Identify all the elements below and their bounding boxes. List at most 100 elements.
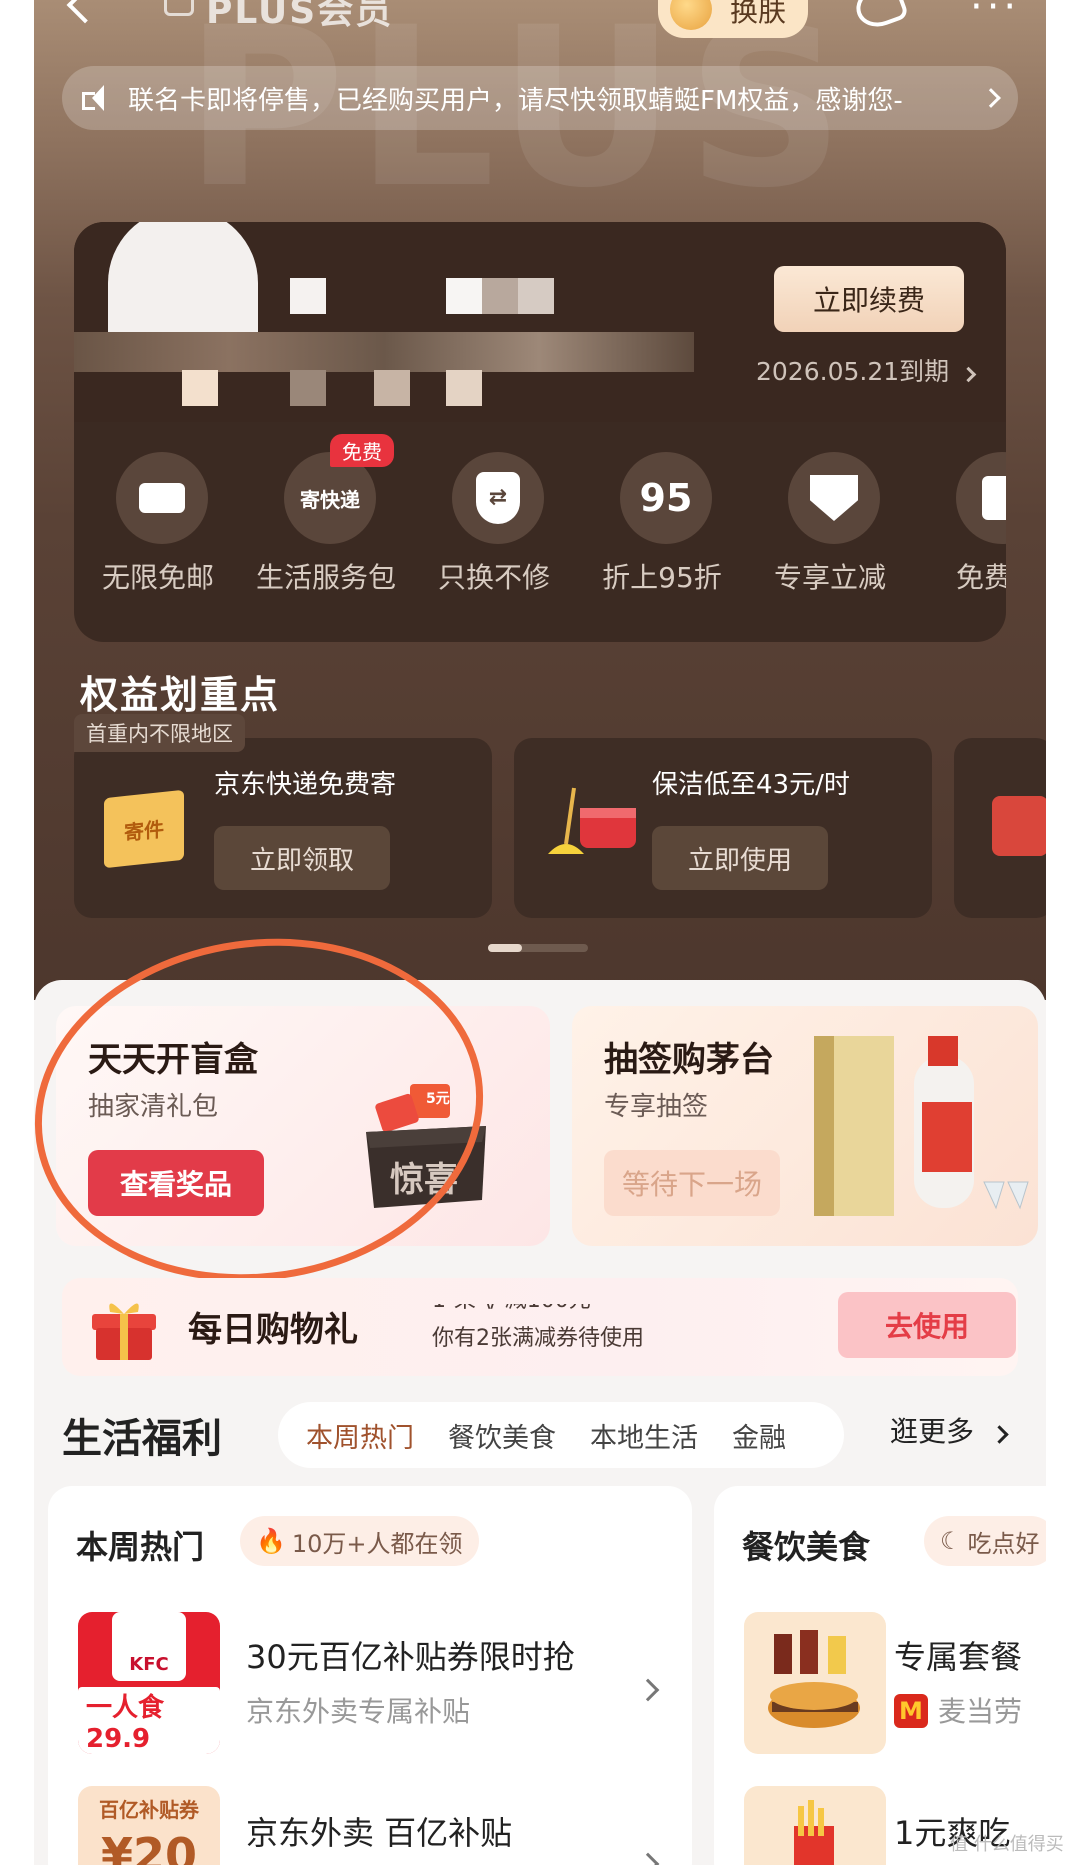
voucher-label: 百亿补贴券 (99, 1798, 199, 1822)
lightning-down-icon (788, 452, 880, 544)
life-benefits-title: 生活福利 (62, 1416, 222, 1462)
mosaic-block (182, 370, 218, 406)
left-gutter (0, 0, 34, 1865)
benefit-free-shipping[interactable]: 无限免邮 (74, 444, 242, 614)
chevron-right-icon[interactable] (636, 1852, 660, 1865)
voucher-value: ¥20 (100, 1828, 198, 1865)
fire-icon: 🔥 (256, 1527, 286, 1555)
shield-swap-icon: ⇄ (452, 452, 544, 544)
notice-bar[interactable]: 联名卡即将停售，已经购买用户，请尽快领取蜻蜓FM权益，感谢您- (62, 66, 1018, 130)
item-subtitle: 京东外卖专属补贴 (246, 1695, 471, 1728)
benefit-label: 专享立减 (773, 561, 886, 594)
mop-bucket-icon (548, 787, 636, 854)
renew-button[interactable]: 立即续费 (774, 266, 964, 332)
tab-local-life[interactable]: 本地生活 (590, 1416, 698, 1455)
blind-box-card[interactable]: 天天开盲盒 抽家清礼包 查看奖品 惊喜 5元 (56, 1006, 550, 1246)
voucher-thumbnail: 百亿补贴券 ¥20 (78, 1786, 220, 1865)
view-prizes-button[interactable]: 查看奖品 (88, 1150, 264, 1216)
promo-title: 天天开盲盒 (88, 1040, 258, 1080)
mosaic-block (446, 370, 482, 406)
focus-card-cleaning[interactable]: 保洁低至43元/时 立即使用 (514, 738, 932, 918)
change-skin-button[interactable]: 换肤 (658, 0, 808, 38)
benefit-label: 只换不修 (437, 561, 550, 594)
focus-card-express[interactable]: 寄件 京东快递免费寄 立即领取 (74, 738, 492, 918)
plus-logo-icon (164, 0, 194, 16)
cart-icon (992, 796, 1046, 856)
member-info: 立即续费 2026.05.21到期 (74, 222, 1006, 422)
benefit-life-service[interactable]: 寄快递 生活服务包 (242, 444, 410, 614)
claim-button[interactable]: 立即领取 (214, 826, 390, 890)
share-icon[interactable] (850, 0, 910, 34)
tab-food[interactable]: 餐饮美食 (448, 1416, 556, 1455)
mosaic-block (374, 370, 410, 406)
right-gutter (1046, 0, 1080, 1865)
panel-title: 本周热门 (76, 1528, 205, 1566)
daily-gift-title: 每日购物礼 (188, 1310, 358, 1350)
tab-weekly-hot[interactable]: 本周热门 (306, 1416, 414, 1455)
benefit-free-return[interactable]: 免费退 (914, 444, 1006, 614)
blurred-member-name (74, 332, 694, 372)
chevron-right-icon[interactable] (636, 1678, 660, 1702)
life-tabs: 本周热门 餐饮美食 本地生活 金融 (278, 1402, 844, 1468)
mcdonalds-logo-icon: M (894, 1694, 928, 1728)
focus-card-partial[interactable] (954, 738, 1046, 918)
focus-card-title: 京东快递免费寄 (214, 770, 397, 800)
return-bag-icon (956, 452, 1006, 544)
benefit-label: 生活服务包 (255, 561, 396, 594)
item-title[interactable]: 京东外卖 百亿补贴 (246, 1808, 512, 1854)
focus-card-title: 保洁低至43元/时 (652, 770, 850, 800)
express-icon-text: 寄快递 (300, 487, 360, 512)
coupon-text: 5元 (426, 1091, 450, 1107)
notice-text: 联名卡即将停售，已经购买用户，请尽快领取蜻蜓FM权益，感谢您- (128, 85, 903, 116)
mosaic-block (518, 278, 554, 314)
expire-date-text: 2026.05.21到期 (756, 357, 950, 386)
food-pill: ☾ 吃点好 (924, 1516, 1046, 1566)
use-button[interactable]: 立即使用 (652, 826, 828, 890)
weekly-hot-panel: 本周热门 🔥 10万+人都在领 KFC 一人食 29.9 30元百亿补贴券限时抢… (48, 1486, 692, 1865)
chevron-right-icon (960, 366, 977, 383)
popularity-pill: 🔥 10万+人都在领 (240, 1516, 479, 1566)
benefit-discount[interactable]: 95 折上95折 (578, 444, 746, 614)
benefits-row: 无限免邮 寄快递 生活服务包 ⇄ 只换不修 95 折上95折 专享立减 免费退 (74, 444, 1006, 614)
benefit-instant-off[interactable]: 专享立减 (746, 444, 914, 614)
moon-icon: ☾ (940, 1527, 962, 1555)
page-title: PLUS会员 (206, 0, 394, 32)
mosaic-block (290, 370, 326, 406)
chevron-right-icon (981, 88, 1001, 108)
mosaic-block (290, 278, 326, 314)
kfc-thumbnail: KFC 一人食 29.9 (78, 1612, 220, 1754)
more-icon[interactable]: ··· (970, 0, 1020, 30)
promo-title: 抽签购茅台 (604, 1040, 774, 1080)
daily-gift-banner[interactable]: 每日购物礼 1-果 \/ 减100元 你有2张满减券待使用 去使用 (62, 1278, 1018, 1376)
daily-gift-ticker: 1-果 \/ 减100元 你有2张满减券待使用 (432, 1304, 644, 1350)
item-subtitle: 麦当劳 (938, 1695, 1023, 1728)
carousel-indicator (488, 944, 588, 952)
truck-icon (116, 452, 208, 544)
mosaic-block (446, 278, 482, 314)
promo-subtitle: 专享抽签 (604, 1092, 709, 1122)
back-arrow-icon[interactable] (66, 0, 104, 24)
focus-section-title: 权益划重点 (80, 673, 281, 717)
gift-icon (92, 1303, 156, 1360)
browse-more-link[interactable]: 逛更多 (890, 1410, 1009, 1450)
burger-thumbnail (744, 1612, 886, 1754)
go-use-button[interactable]: 去使用 (838, 1292, 1016, 1358)
parcel-icon-text: 寄件 (124, 816, 164, 845)
discount-icon-text: 95 (639, 476, 693, 520)
item-title[interactable]: 专属套餐 (894, 1632, 1022, 1678)
benefit-label: 折上95折 (602, 561, 722, 594)
fries-thumbnail (744, 1786, 886, 1865)
app-screen: PLUS PLUS会员 换肤 ··· 联名卡即将停售，已经购买用户，请尽快领取蜻… (34, 0, 1046, 1865)
food-panel: 餐饮美食 ☾ 吃点好 专属套餐 M 麦当劳 1元爽吃 (714, 1486, 1046, 1865)
expire-date[interactable]: 2026.05.21到期 (756, 352, 977, 388)
mascot-icon (670, 0, 712, 30)
parcel-icon: 寄件 (104, 789, 184, 869)
item-title[interactable]: 30元百亿补贴券限时抢 (246, 1632, 575, 1678)
wait-next-button[interactable]: 等待下一场 (604, 1150, 780, 1216)
browse-more-label: 逛更多 (890, 1415, 975, 1448)
thumb-price: 一人食 29.9 (78, 1687, 220, 1754)
benefit-replace[interactable]: ⇄ 只换不修 (410, 444, 578, 614)
top-bar: PLUS会员 换肤 ··· (34, 0, 1046, 42)
tab-finance[interactable]: 金融 (732, 1416, 786, 1455)
moutai-bottle-icon (814, 1036, 1029, 1216)
